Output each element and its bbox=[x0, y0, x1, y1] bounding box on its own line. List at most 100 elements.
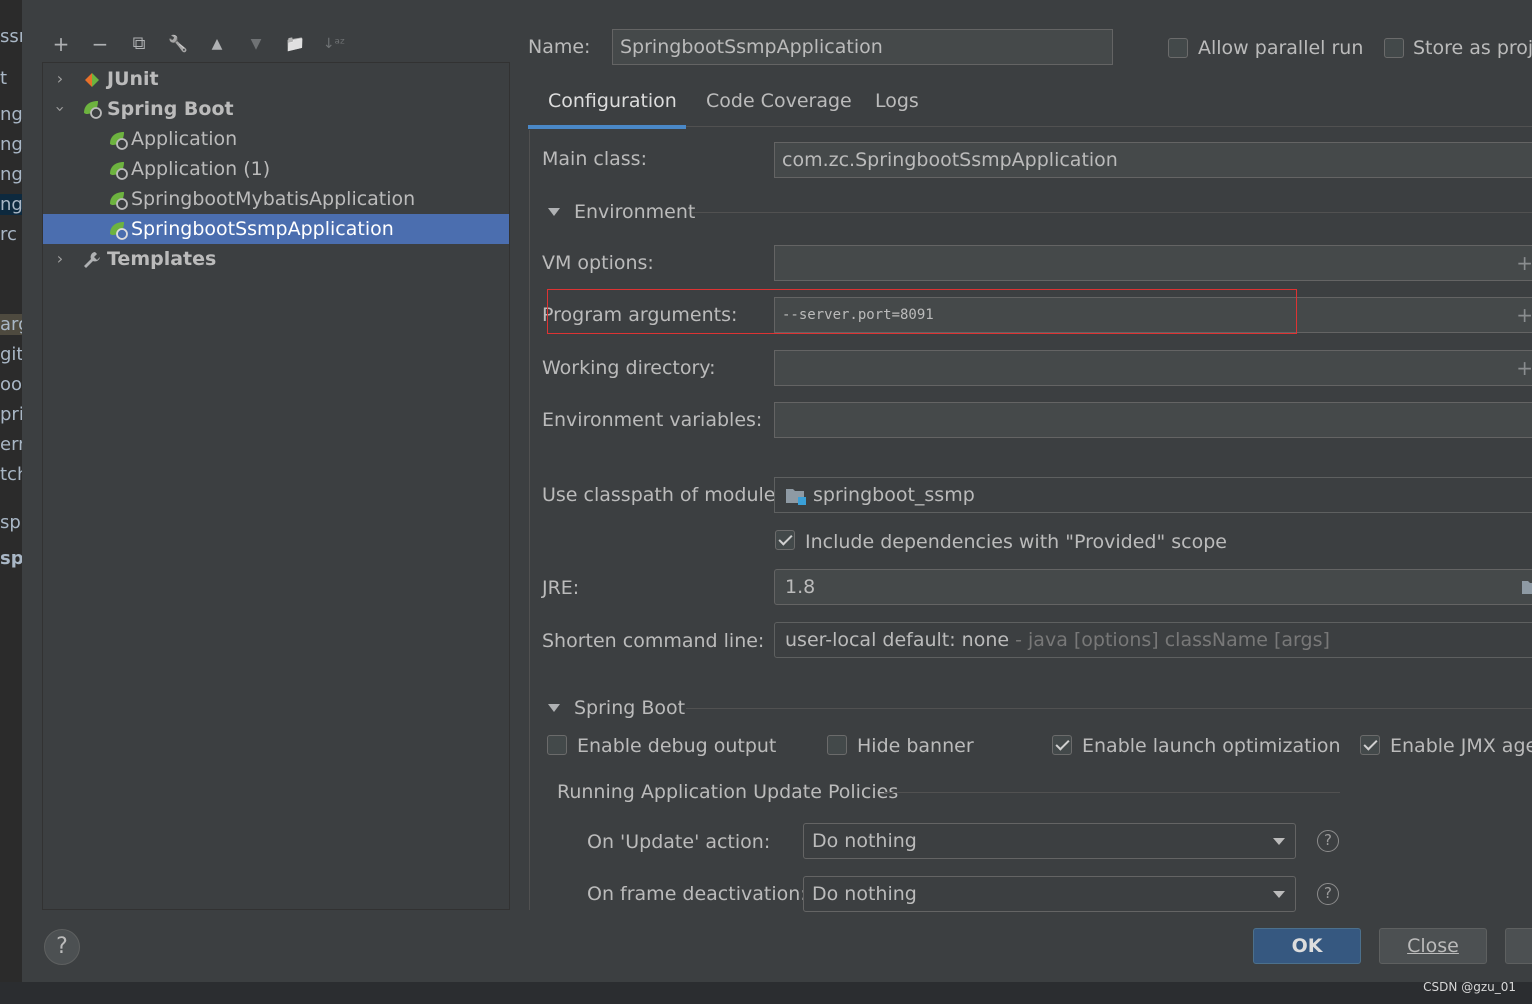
on-update-label: On 'Update' action: bbox=[587, 831, 771, 853]
tree-item-label: JUnit bbox=[107, 68, 159, 90]
debug-output-label: Enable debug output bbox=[577, 735, 777, 757]
tree-item-templates[interactable]: › Templates bbox=[43, 244, 509, 274]
on-frame-deactivation-value: Do nothing bbox=[812, 883, 917, 905]
collapse-arrow-icon[interactable] bbox=[548, 208, 560, 216]
apply-button[interactable] bbox=[1505, 928, 1532, 964]
expand-plus-icon[interactable]: + bbox=[1516, 246, 1532, 280]
jre-select[interactable]: 1.8 bbox=[774, 569, 1532, 605]
tree-item-application[interactable]: Application bbox=[43, 124, 509, 154]
chevron-down-icon bbox=[1273, 838, 1285, 845]
main-class-label: Main class: bbox=[542, 148, 647, 170]
classpath-module-select[interactable]: springboot_ssmp bbox=[774, 477, 1532, 513]
spring-boot-section-label: Spring Boot bbox=[574, 697, 686, 719]
jmx-agent-label: Enable JMX agen bbox=[1390, 735, 1532, 757]
highlight-annotation-box bbox=[547, 289, 1297, 334]
chevron-down-icon bbox=[1273, 891, 1285, 898]
active-tab-indicator bbox=[528, 125, 686, 129]
close-button[interactable]: Close bbox=[1379, 928, 1487, 964]
launch-optimization-checkbox[interactable] bbox=[1052, 735, 1072, 755]
expand-plus-icon[interactable]: + bbox=[1516, 351, 1532, 385]
new-folder-icon[interactable]: 📁 bbox=[281, 30, 309, 58]
vm-options-input[interactable]: + bbox=[774, 245, 1532, 281]
launch-optimization-label: Enable launch optimization bbox=[1082, 735, 1341, 757]
tree-item-application-1[interactable]: Application (1) bbox=[43, 154, 509, 184]
strip-text: ng bbox=[0, 104, 23, 125]
wrench-icon[interactable]: 🔧 bbox=[164, 30, 192, 58]
tree-item-label: Application bbox=[131, 128, 238, 150]
help-icon[interactable]: ? bbox=[1317, 883, 1339, 905]
spring-boot-icon bbox=[110, 192, 128, 210]
section-separator bbox=[692, 212, 1532, 213]
classpath-module-label: Use classpath of module: bbox=[542, 484, 782, 506]
ok-button[interactable]: OK bbox=[1253, 928, 1361, 964]
vm-options-label: VM options: bbox=[542, 252, 654, 274]
strip-text: ern bbox=[0, 434, 24, 455]
tab-configuration[interactable]: Configuration bbox=[548, 90, 677, 112]
name-input[interactable]: SpringbootSsmpApplication bbox=[612, 29, 1113, 65]
shorten-command-line-select[interactable]: user-local default: none - java [options… bbox=[774, 622, 1532, 658]
working-directory-input[interactable]: + bbox=[774, 350, 1532, 386]
working-directory-label: Working directory: bbox=[542, 357, 716, 379]
on-frame-deactivation-dropdown[interactable]: Do nothing bbox=[803, 876, 1296, 912]
on-update-dropdown[interactable]: Do nothing bbox=[803, 823, 1296, 859]
help-button[interactable]: ? bbox=[44, 929, 80, 965]
remove-icon[interactable]: − bbox=[86, 30, 114, 58]
tree-item-label: Application (1) bbox=[131, 158, 271, 180]
debug-output-checkbox[interactable] bbox=[547, 735, 567, 755]
chevron-right-icon[interactable]: › bbox=[51, 244, 69, 274]
tree-item-springboot-ssmp-application[interactable]: SpringbootSsmpApplication bbox=[43, 214, 509, 244]
include-provided-label: Include dependencies with "Provided" sco… bbox=[805, 531, 1227, 553]
collapse-arrow-icon[interactable] bbox=[548, 704, 560, 712]
spring-boot-icon bbox=[110, 132, 128, 150]
strip-text: sp bbox=[0, 512, 21, 533]
chevron-down-icon[interactable]: › bbox=[45, 100, 75, 118]
environment-section-label: Environment bbox=[574, 201, 696, 223]
main-class-input[interactable]: com.zc.SpringbootSsmpApplication bbox=[774, 142, 1532, 178]
hide-banner-label: Hide banner bbox=[857, 735, 974, 757]
copy-icon[interactable]: ⧉ bbox=[125, 30, 153, 58]
tab-code-coverage[interactable]: Code Coverage bbox=[706, 90, 852, 112]
add-icon[interactable]: + bbox=[47, 30, 75, 58]
environment-variables-label: Environment variables: bbox=[542, 409, 763, 431]
jmx-agent-checkbox[interactable] bbox=[1360, 735, 1380, 755]
strip-text: ng bbox=[0, 194, 24, 215]
allow-parallel-checkbox[interactable] bbox=[1168, 38, 1188, 58]
section-separator bbox=[686, 708, 1532, 709]
tree-item-label: Spring Boot bbox=[107, 98, 234, 120]
tab-logs[interactable]: Logs bbox=[875, 90, 919, 112]
store-as-project-checkbox[interactable] bbox=[1384, 38, 1404, 58]
tree-item-label: Templates bbox=[107, 248, 217, 270]
hide-banner-checkbox[interactable] bbox=[827, 735, 847, 755]
strip-text: t bbox=[0, 68, 8, 89]
configuration-tree: › JUnit › Spring Boot Application Applic… bbox=[42, 62, 510, 910]
name-label: Name: bbox=[528, 36, 591, 58]
tree-item-spring-boot[interactable]: › Spring Boot bbox=[43, 94, 509, 124]
strip-text: git bbox=[0, 344, 24, 365]
strip-text: arg bbox=[0, 314, 24, 335]
help-icon[interactable]: ? bbox=[1317, 830, 1339, 852]
move-up-icon[interactable]: ▲ bbox=[203, 30, 231, 58]
update-policies-label: Running Application Update Policies bbox=[557, 781, 899, 803]
expand-plus-icon[interactable]: + bbox=[1516, 298, 1532, 332]
jre-label: JRE: bbox=[542, 577, 580, 599]
background-editor-strip: ssn t ng ng ng ng rc arg git oor pri ern… bbox=[0, 0, 24, 1004]
strip-text: ssn bbox=[0, 26, 24, 47]
on-update-value: Do nothing bbox=[812, 830, 917, 852]
wrench-icon bbox=[84, 252, 100, 268]
environment-variables-input[interactable] bbox=[774, 402, 1532, 438]
classpath-module-value: springboot_ssmp bbox=[813, 484, 975, 506]
junit-icon bbox=[85, 73, 99, 87]
browse-folder-icon[interactable] bbox=[1521, 578, 1532, 596]
strip-text: pri bbox=[0, 404, 24, 425]
spring-boot-icon bbox=[84, 101, 102, 119]
include-provided-checkbox[interactable] bbox=[775, 530, 795, 550]
chevron-right-icon[interactable]: › bbox=[51, 64, 69, 94]
tree-item-springboot-mybatis-application[interactable]: SpringbootMybatisApplication bbox=[43, 184, 509, 214]
shorten-command-line-hint: - java [options] className [args] bbox=[1009, 629, 1330, 651]
move-down-icon[interactable]: ▼ bbox=[242, 30, 270, 58]
sort-icon[interactable]: ↓ᵃᶻ bbox=[320, 30, 348, 58]
taskbar bbox=[0, 982, 1532, 1004]
strip-text: ng bbox=[0, 164, 23, 185]
store-as-project-label: Store as proje bbox=[1413, 37, 1532, 59]
tree-item-junit[interactable]: › JUnit bbox=[43, 64, 509, 94]
